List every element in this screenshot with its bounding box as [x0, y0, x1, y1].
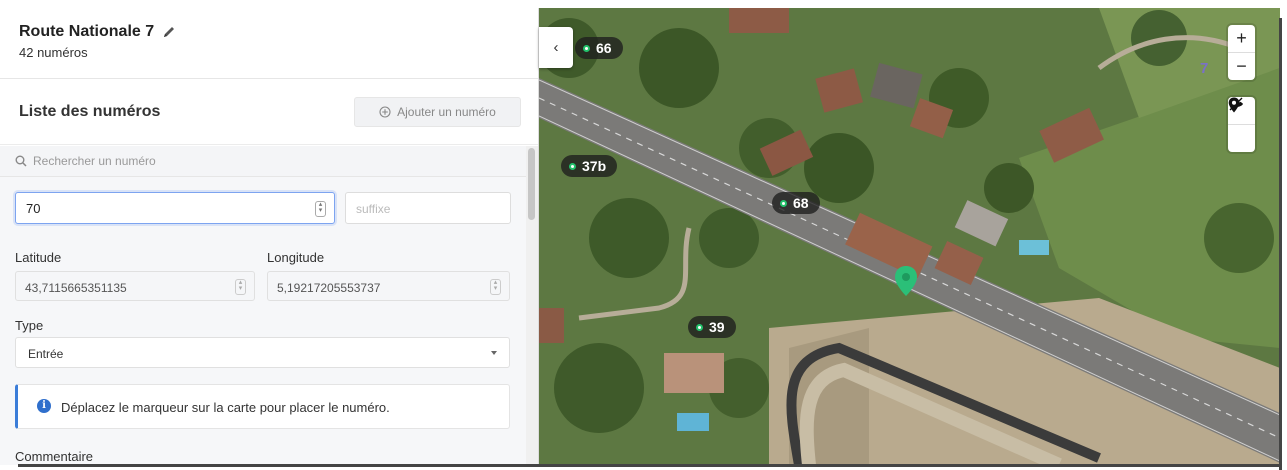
- zoom-out-button[interactable]: −: [1228, 52, 1255, 80]
- search-input[interactable]: Rechercher un numéro: [33, 154, 156, 168]
- sidebar: Route Nationale 7 42 numéros Liste des n…: [0, 8, 539, 465]
- house-number-label: 39: [709, 319, 725, 335]
- house-number-39[interactable]: 39: [688, 316, 736, 338]
- street-title: Route Nationale 7: [19, 23, 155, 40]
- house-number-label: 68: [793, 195, 809, 211]
- list-title: Liste des numéros: [19, 102, 161, 120]
- latitude-stepper-icon[interactable]: ▴ ▾: [235, 279, 246, 295]
- street-header: Route Nationale 7 42 numéros: [0, 8, 538, 79]
- latitude-label: Latitude: [15, 250, 62, 265]
- house-number-label: 66: [596, 40, 612, 56]
- collapse-sidebar-button[interactable]: ‹: [539, 27, 573, 68]
- window-shadow-right: [1279, 18, 1282, 470]
- plus-circle-icon: [379, 105, 391, 118]
- sidebar-scroll-thumb[interactable]: [528, 148, 535, 220]
- chevron-left-icon: ‹: [553, 39, 559, 56]
- map-imagery: [539, 8, 1280, 465]
- latitude-value: 43,7115665351135: [25, 281, 127, 295]
- search-bar[interactable]: Rechercher un numéro: [0, 146, 526, 177]
- number-input[interactable]: 70 ▴ ▾: [15, 192, 335, 224]
- info-alert: i Déplacez le marqueur sur la carte pour…: [15, 384, 510, 429]
- longitude-field[interactable]: 5,19217205553737 ▴ ▾: [267, 271, 510, 301]
- type-select-value: Entrée: [28, 347, 64, 361]
- status-dot-icon: [583, 44, 590, 52]
- number-count: 42 numéros: [19, 45, 88, 60]
- status-dot-icon: [696, 323, 703, 331]
- search-icon: [15, 155, 27, 167]
- longitude-stepper-icon[interactable]: ▴ ▾: [490, 279, 501, 295]
- house-number-68[interactable]: 68: [772, 192, 820, 214]
- longitude-value: 5,19217205553737: [277, 281, 381, 295]
- info-text: Déplacez le marqueur sur la carte pour p…: [61, 400, 390, 415]
- zoom-in-button[interactable]: +: [1228, 25, 1255, 52]
- satellite-map[interactable]: 66 37b 68 39 7 + −: [539, 8, 1280, 465]
- number-stepper-icon[interactable]: ▴ ▾: [315, 201, 326, 217]
- status-dot-icon: [780, 199, 787, 207]
- chevron-down-icon: [491, 351, 497, 355]
- longitude-label: Longitude: [267, 250, 325, 265]
- map-marker-icon[interactable]: [1228, 97, 1255, 152]
- type-select[interactable]: Entrée: [15, 337, 510, 368]
- house-number-37b[interactable]: 37b: [561, 155, 618, 177]
- house-number-label: 37b: [582, 158, 607, 174]
- pencil-icon[interactable]: [162, 25, 176, 39]
- street-number-overlay: 7: [1200, 60, 1209, 77]
- comment-label: Commentaire: [15, 449, 94, 464]
- number-input-value: 70: [26, 201, 41, 216]
- info-icon: i: [37, 399, 51, 413]
- latitude-field[interactable]: 43,7115665351135 ▴ ▾: [15, 271, 255, 301]
- add-number-label: Ajouter un numéro: [397, 104, 496, 119]
- layer-control: [1228, 97, 1255, 152]
- suffix-input[interactable]: suffixe: [345, 192, 511, 224]
- type-label: Type: [15, 318, 44, 333]
- zoom-control: + −: [1228, 25, 1255, 80]
- house-number-66[interactable]: 66: [575, 37, 623, 59]
- status-dot-icon: [569, 162, 576, 170]
- add-number-button[interactable]: Ajouter un numéro: [354, 96, 521, 127]
- window-shadow-bottom: [18, 464, 1282, 467]
- list-header: Liste des numéros Ajouter un numéro: [0, 79, 538, 145]
- suffix-placeholder: suffixe: [356, 202, 391, 216]
